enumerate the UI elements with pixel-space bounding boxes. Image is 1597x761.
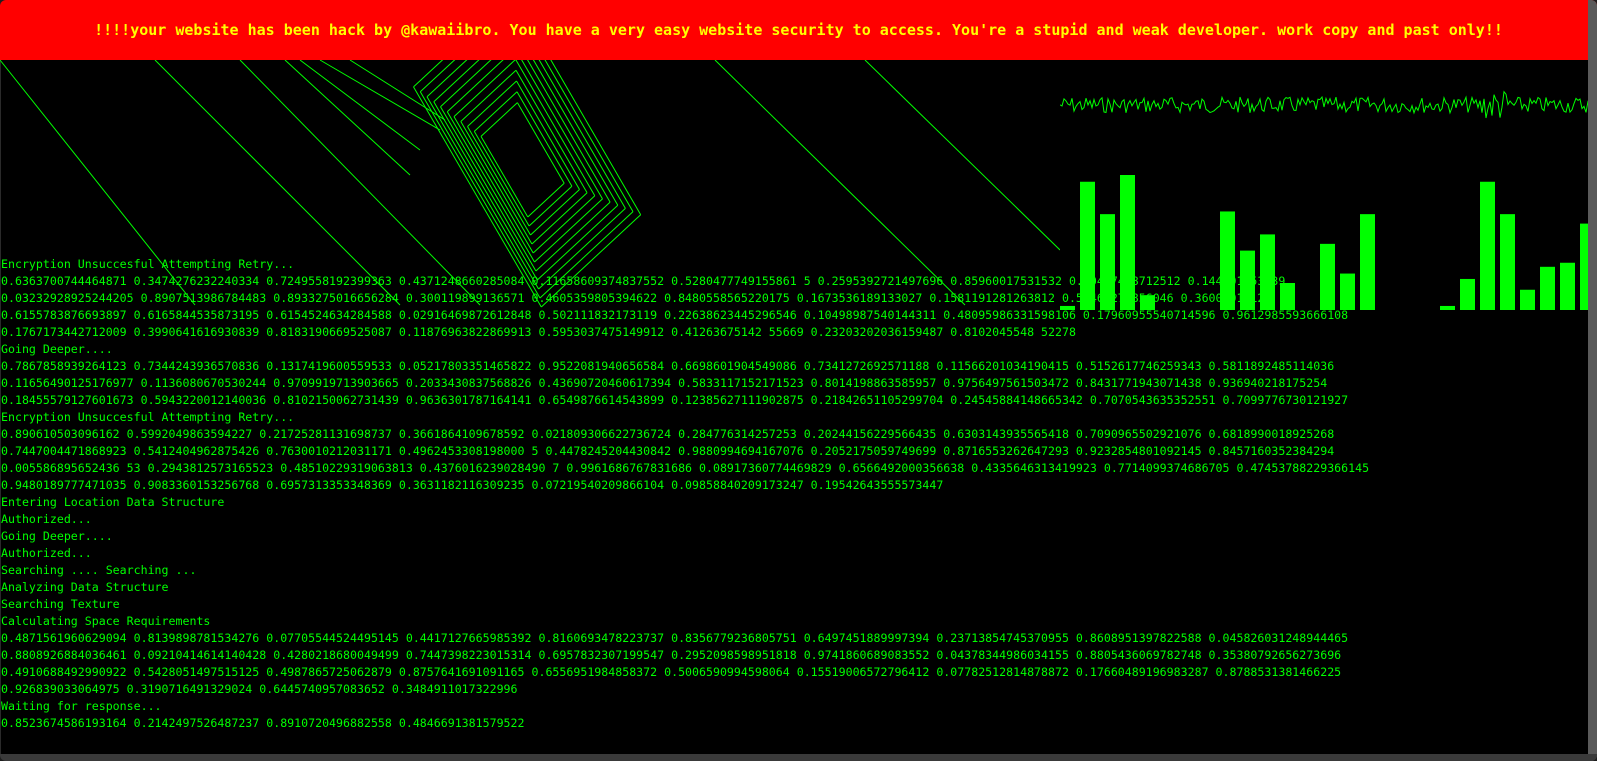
log-line: Authorized... — [1, 546, 92, 560]
log-line: Encryption Unsuccesful Attempting Retry.… — [1, 257, 295, 271]
log-line: 0.1767173442712009 0.3990641616930839 0.… — [1, 325, 1076, 339]
equalizer-bar — [1560, 262, 1575, 310]
log-line: Searching Texture — [1, 597, 120, 611]
log-line: Going Deeper.... — [1, 342, 113, 356]
equalizer-bar — [1460, 278, 1475, 310]
equalizer-bar — [1480, 181, 1495, 310]
wireframe-square-edge — [516, 91, 573, 187]
terminal-log: Encryption Unsuccesful Attempting Retry.… — [1, 256, 1369, 732]
log-line: 0.11656490125176977 0.1136080670530244 0… — [1, 376, 1328, 390]
log-line: 0.926839033064975 0.3190716491329024 0.6… — [1, 682, 518, 696]
wireframe-square-edge — [516, 102, 565, 184]
log-line: Analyzing Data Structure — [1, 580, 169, 594]
wireframe-line — [349, 59, 446, 121]
wireframe-square-edge — [515, 59, 596, 197]
wireframe-square-edge — [467, 80, 517, 127]
log-line: 0.8808926884036461 0.09210414614140428 0… — [1, 648, 1342, 662]
wireframe-square-edge — [530, 189, 580, 236]
log-line: 0.03232928925244205 0.8907513986784483 0… — [1, 291, 1265, 305]
wireframe-square-edge — [516, 80, 580, 190]
wireframe-line — [284, 59, 411, 176]
log-line: 0.6155783876693897 0.6165844535873195 0.… — [1, 308, 1349, 322]
wireframe-square-edge — [514, 48, 603, 200]
log-line: 0.890610503096162 0.5992049863594227 0.2… — [1, 427, 1335, 441]
log-line: Going Deeper.... — [1, 529, 113, 543]
window-bottom-edge — [0, 754, 1597, 761]
hack-banner: !!!!your website has been hack by @kawai… — [0, 0, 1597, 60]
equalizer-bar — [1440, 305, 1455, 310]
log-line: 0.7867858939264123 0.7344243936570836 0.… — [1, 359, 1335, 373]
wireframe-square-edge — [446, 111, 535, 263]
log-line: 0.9480189777471035 0.9083360153256768 0.… — [1, 478, 944, 492]
wireframe-square-edge — [453, 116, 534, 254]
wireframe-square-edge — [531, 192, 588, 245]
log-line: 0.18455579127601673 0.5943220012140036 0… — [1, 393, 1349, 407]
log-line: Encryption Unsuccesful Attempting Retry.… — [1, 410, 295, 424]
log-line: Entering Location Data Structure — [1, 495, 225, 509]
log-line: 0.4910688492990922 0.5428051497515125 0.… — [1, 665, 1342, 679]
log-line: Waiting for response... — [1, 699, 162, 713]
log-line: 0.6363700744464871 0.3474276232240334 0.… — [1, 274, 1286, 288]
log-line: 0.4871561960629094 0.8139898781534276 0.… — [1, 631, 1349, 645]
wireframe-square-edge — [433, 101, 538, 281]
wireframe-square-edge — [527, 182, 565, 218]
wireframe-square-edge — [514, 37, 611, 203]
wireframe-square-edge — [528, 185, 573, 227]
wireframe-square-edge — [440, 106, 537, 272]
log-line: 0.8523674586193164 0.2142497526487237 0.… — [1, 716, 525, 730]
wireframe-square-edge — [473, 91, 518, 132]
wireframe-square-edge — [453, 59, 516, 117]
wireframe-square-edge — [467, 126, 531, 236]
audio-waveform — [1060, 90, 1591, 119]
log-line: 0.005586895652436 53 0.2943812573165523 … — [1, 461, 1370, 475]
wireframe-square-edge — [480, 136, 529, 218]
banner-message: !!!!your website has been hack by @kawai… — [94, 21, 1503, 39]
wireframe-line — [864, 59, 1060, 251]
equalizer-bar — [1540, 266, 1555, 310]
wireframe-square-edge — [460, 69, 517, 122]
wireframe-line — [299, 59, 421, 151]
log-line: Authorized... — [1, 512, 92, 526]
wireframe-square-edge — [515, 69, 588, 193]
equalizer-bar — [1500, 214, 1515, 310]
wireframe-square-edge — [460, 121, 533, 245]
window-right-edge — [1588, 0, 1597, 761]
log-line: 0.7447004471868923 0.5412404962875426 0.… — [1, 444, 1335, 458]
wireframe-square-edge — [534, 198, 603, 263]
log-line: Searching .... Searching ... — [1, 563, 197, 577]
hacked-page: Encryption Unsuccesful Attempting Retry.… — [0, 0, 1597, 761]
log-line: Calculating Space Requirements — [1, 614, 211, 628]
equalizer-bar — [1520, 289, 1535, 310]
